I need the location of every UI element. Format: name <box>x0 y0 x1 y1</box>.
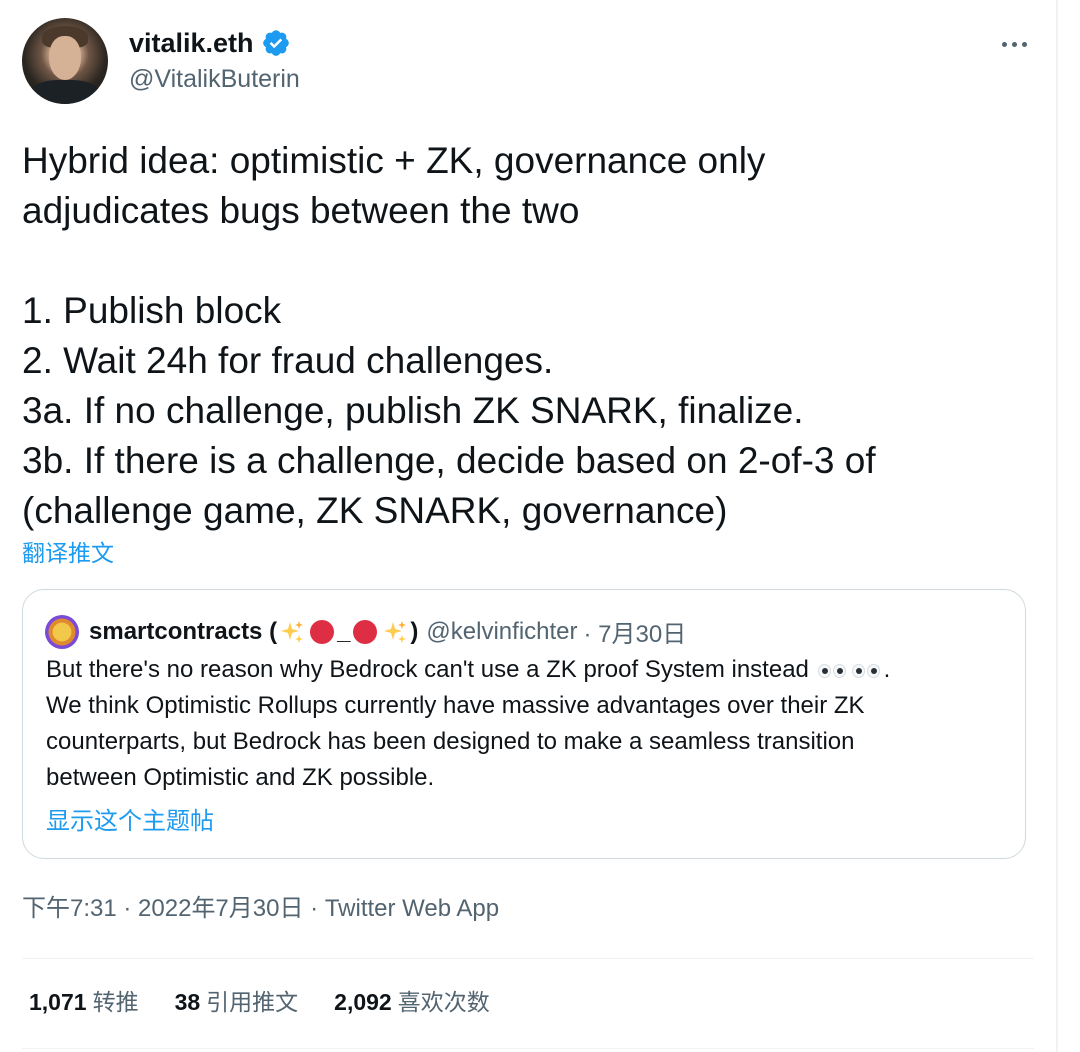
divider <box>22 1048 1034 1049</box>
column-border <box>1056 0 1058 1052</box>
quoted-tweet-line: counterparts, but Bedrock has been desig… <box>46 728 855 755</box>
quoted-author-name-text: smartcontracts ( <box>89 617 278 645</box>
quote-tweets-stat[interactable]: 38 引用推文 <box>175 986 299 1018</box>
quoted-tweet-date[interactable]: · 7月30日 <box>584 614 687 649</box>
retweets-stat[interactable]: 1,071 转推 <box>29 986 139 1018</box>
tweet-time[interactable]: 下午7:31 <box>22 895 117 922</box>
quoted-author-avatar[interactable] <box>45 614 79 649</box>
tweet-line: adjudicates bugs between the two <box>22 190 580 231</box>
more-options-button[interactable] <box>994 26 1034 62</box>
sparkles-emoji-icon <box>281 620 304 643</box>
tweet-source[interactable]: Twitter Web App <box>325 895 499 922</box>
quoted-author-name-underscore: _ <box>337 617 351 645</box>
more-dots-icon <box>1001 41 1007 47</box>
quoted-tweet-header: smartcontracts ( _ ) @kelvinfichter · 7月… <box>45 614 686 649</box>
tweet-line: 3b. If there is a challenge, decide base… <box>22 440 876 481</box>
quote-tweets-label: 引用推文 <box>206 989 299 1015</box>
show-thread-link[interactable]: 显示这个主题帖 <box>46 806 214 838</box>
tweet-line: (challenge game, ZK SNARK, governance) <box>22 490 728 531</box>
likes-stat[interactable]: 2,092 喜欢次数 <box>334 986 490 1018</box>
tweet-line: 1. Publish block <box>22 290 282 331</box>
timestamp-separator: · <box>303 895 325 922</box>
author-avatar[interactable] <box>22 18 108 104</box>
quoted-tweet-line: But there's no reason why Bedrock can't … <box>46 656 891 683</box>
quoted-tweet-card[interactable]: smartcontracts ( _ ) @kelvinfichter · 7月… <box>22 589 1026 859</box>
red-circle-emoji-icon <box>310 619 335 644</box>
tweet-timestamp-row: 下午7:31 · 2022年7月30日 · Twitter Web App <box>22 893 499 925</box>
eyes-emoji-icon <box>851 661 883 681</box>
tweet-stats: 1,071 转推 38 引用推文 2,092 喜欢次数 <box>29 986 526 1018</box>
retweets-label: 转推 <box>92 989 139 1015</box>
timestamp-separator: · <box>116 895 139 922</box>
tweet-line: Hybrid idea: optimistic + ZK, governance… <box>22 140 766 181</box>
author-display-name[interactable]: vitalik.eth <box>129 27 254 59</box>
tweet-line: 2. Wait 24h for fraud challenges. <box>22 340 554 381</box>
divider <box>22 958 1034 959</box>
red-circle-emoji-icon <box>353 619 378 644</box>
verified-badge-icon <box>262 30 289 56</box>
quoted-author-name[interactable]: smartcontracts ( _ ) <box>89 618 418 646</box>
tweet-text: Hybrid idea: optimistic + ZK, governance… <box>22 136 1032 536</box>
quoted-author-handle[interactable]: @kelvinfichter <box>426 618 577 646</box>
likes-label: 喜欢次数 <box>397 989 490 1015</box>
quoted-tweet-line: between Optimistic and ZK possible. <box>46 764 435 791</box>
eyes-emoji-icon <box>817 661 849 681</box>
author-handle[interactable]: @VitalikButerin <box>129 64 300 94</box>
sparkles-emoji-icon <box>384 620 407 643</box>
quoted-tweet-line: We think Optimistic Rollups currently ha… <box>46 692 865 719</box>
likes-count: 2,092 <box>334 989 392 1015</box>
translate-tweet-link[interactable]: 翻译推文 <box>22 538 114 568</box>
retweets-count: 1,071 <box>29 989 87 1015</box>
author-name-row[interactable]: vitalik.eth <box>129 27 291 59</box>
tweet-date[interactable]: 2022年7月30日 <box>138 895 303 922</box>
quoted-tweet-text: But there's no reason why Bedrock can't … <box>46 652 1006 796</box>
quote-tweets-count: 38 <box>174 989 201 1015</box>
tweet-line: 3a. If no challenge, publish ZK SNARK, f… <box>22 390 804 431</box>
quoted-author-name-close: ) <box>410 617 419 645</box>
